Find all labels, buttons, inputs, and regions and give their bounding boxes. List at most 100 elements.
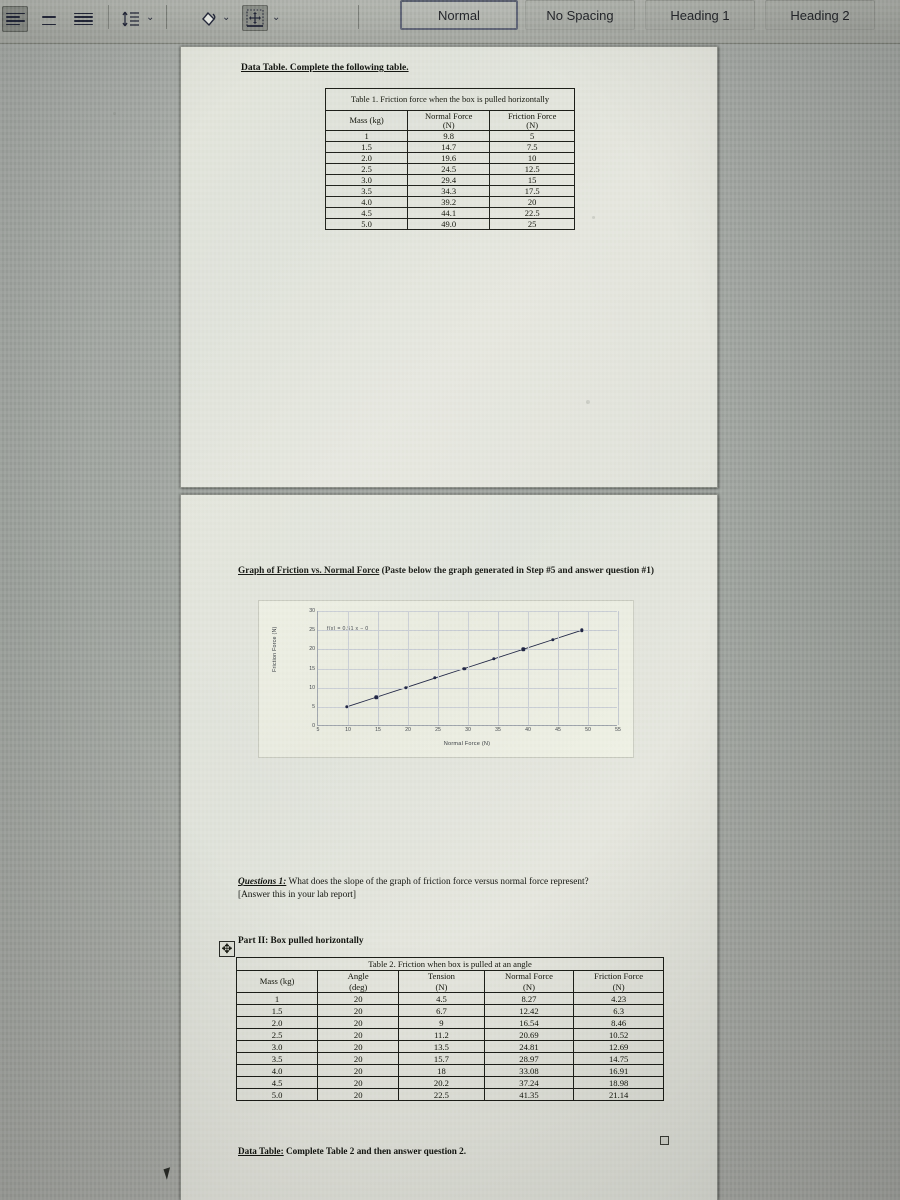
table-2-cell-4: 4.23 bbox=[573, 992, 664, 1006]
table-2-title: Table 2. Friction when box is pulled at … bbox=[236, 957, 664, 971]
style-heading-2-button[interactable]: Heading 2 bbox=[765, 0, 875, 30]
table-row: 4.5 20 20.2 37.24 18.98 bbox=[235, 1076, 664, 1090]
table-2-cell-2: 9 bbox=[398, 1016, 485, 1030]
table-1-cell-0: 1.5 bbox=[324, 141, 409, 153]
table-1-cell-0: 5.0 bbox=[324, 218, 409, 230]
table-1-friction-horizontal: Table 1. Friction force when the box is … bbox=[324, 88, 575, 230]
style-no-spacing-button[interactable]: No Spacing bbox=[525, 0, 635, 30]
table-2-cell-0: 1 bbox=[235, 992, 319, 1006]
chart-y-tick: 15 bbox=[309, 665, 315, 672]
chart-gridline-h bbox=[318, 630, 617, 632]
style-heading-1-label: Heading 1 bbox=[670, 7, 730, 23]
line-spacing-chevron-down-icon[interactable]: ⌄ bbox=[146, 12, 154, 23]
table-1-cell-2: 15 bbox=[489, 174, 575, 186]
move-handle-icon: ✥ bbox=[221, 941, 233, 957]
chart-x-tick: 5 bbox=[316, 727, 320, 733]
chart-x-tick: 10 bbox=[345, 727, 351, 733]
shading-chevron-down-icon[interactable]: ⌄ bbox=[222, 12, 230, 23]
table-row: 4.0 39.2 20 bbox=[324, 196, 575, 208]
table-row-title: Table 2. Friction when box is pulled at … bbox=[236, 957, 664, 971]
style-heading-1-button[interactable]: Heading 1 bbox=[645, 0, 755, 30]
table-1-cell-1: 24.5 bbox=[407, 163, 491, 175]
table-1-cell-0: 4.5 bbox=[324, 207, 409, 219]
borders-button[interactable] bbox=[242, 5, 268, 31]
table-2-cell-3: 24.81 bbox=[483, 1040, 575, 1054]
mouse-cursor-pointer bbox=[163, 1167, 174, 1180]
table-2-cell-0: 1.5 bbox=[235, 1004, 319, 1018]
table-2-cell-1: 20 bbox=[317, 1076, 400, 1090]
table-2-cell-2: 15.7 bbox=[398, 1052, 485, 1066]
table-1-cell-0: 2.0 bbox=[324, 152, 409, 164]
table-move-handle[interactable]: ✥ bbox=[219, 941, 235, 957]
table-2-cell-4: 10.52 bbox=[573, 1028, 664, 1042]
line-spacing-button[interactable] bbox=[118, 6, 144, 32]
chart-y-axis-label: Friction Force (N) bbox=[272, 626, 278, 672]
table-2-cell-4: 8.46 bbox=[573, 1016, 664, 1030]
chart-gridline-h bbox=[318, 687, 617, 689]
align-justify-button[interactable] bbox=[70, 6, 96, 32]
table-2-col-mass: Mass (kg) bbox=[235, 969, 319, 994]
chart-y-tick: 0 bbox=[312, 723, 315, 729]
table-2-col-tension: Tension (N) bbox=[398, 969, 485, 994]
table-row: 3.5 20 15.7 28.97 14.75 bbox=[235, 1052, 664, 1066]
friction-vs-normal-force-chart[interactable]: Friction Force (N) Normal Force (N) f(x)… bbox=[258, 600, 634, 758]
table-row: 3.0 20 13.5 24.81 12.69 bbox=[235, 1040, 664, 1054]
graph-heading-underlined: Graph of Friction vs. Normal Force bbox=[238, 566, 380, 576]
table-row: 1 9.8 5 bbox=[324, 130, 575, 142]
graph-section-heading: Graph of Friction vs. Normal Force (Past… bbox=[238, 565, 663, 578]
align-left-button[interactable] bbox=[2, 6, 28, 32]
line-spacing-glyph bbox=[122, 11, 139, 27]
table-2-cell-3: 12.42 bbox=[483, 1004, 575, 1018]
chart-y-tick: 25 bbox=[309, 627, 315, 634]
table-2-cell-2: 4.5 bbox=[398, 992, 485, 1006]
table-2-cell-4: 18.98 bbox=[573, 1076, 664, 1090]
borders-chevron-down-icon[interactable]: ⌄ bbox=[272, 12, 280, 23]
chart-y-tick: 5 bbox=[312, 703, 315, 710]
table-row: 3.0 29.4 15 bbox=[324, 174, 575, 186]
shading-paint-bucket-icon bbox=[196, 6, 222, 32]
table-2-cell-1: 20 bbox=[317, 1064, 400, 1078]
table-row: 1.5 14.7 7.5 bbox=[324, 141, 575, 153]
table-1-cell-2: 25 bbox=[489, 218, 575, 230]
table-2-cell-0: 2.0 bbox=[235, 1016, 319, 1030]
toolbar-separator-3 bbox=[358, 5, 359, 29]
footer-label: Data Table: bbox=[238, 1146, 284, 1156]
footer-data-table-note: Data Table: Complete Table 2 and then an… bbox=[238, 1146, 466, 1156]
table-2-cell-0: 2.5 bbox=[235, 1028, 319, 1042]
chart-gridline-v bbox=[618, 611, 619, 725]
chart-gridline-h bbox=[318, 668, 617, 670]
chart-x-tick: 40 bbox=[525, 727, 531, 733]
chart-x-tick: 55 bbox=[615, 727, 621, 733]
table-row-title: Table 1. Friction force when the box is … bbox=[325, 88, 575, 111]
toolbar-separator-2 bbox=[166, 5, 167, 29]
table-1-col-normal-force: Normal Force (N) bbox=[407, 110, 491, 131]
chart-gridline-h bbox=[318, 611, 617, 612]
table-row: 3.5 34.3 17.5 bbox=[324, 185, 575, 197]
chart-y-tick: 10 bbox=[309, 684, 315, 691]
style-normal-button[interactable]: Normal bbox=[400, 0, 518, 30]
page-speck-1 bbox=[586, 400, 590, 404]
table-2-friction-angle: Table 2. Friction when box is pulled at … bbox=[235, 957, 664, 1102]
shading-button[interactable] bbox=[196, 6, 222, 32]
table-resize-handle[interactable] bbox=[660, 1136, 669, 1145]
table-2-cell-3: 28.97 bbox=[483, 1052, 575, 1066]
table-1-cell-1: 29.4 bbox=[407, 174, 491, 186]
align-justify-icon bbox=[70, 6, 96, 32]
align-center-button[interactable] bbox=[36, 6, 62, 32]
table-1-cell-2: 22.5 bbox=[489, 207, 575, 219]
question-1-note: [Answer this in your lab report] bbox=[238, 890, 356, 901]
table-2-cell-2: 13.5 bbox=[398, 1040, 485, 1054]
table-2-cell-3: 33.08 bbox=[483, 1064, 575, 1078]
align-center-icon bbox=[36, 6, 62, 32]
table-1-title: Table 1. Friction force when the box is … bbox=[325, 88, 575, 111]
style-heading-2-label: Heading 2 bbox=[790, 7, 850, 23]
table-1-cell-0: 3.0 bbox=[324, 174, 409, 186]
chart-gridline-h bbox=[318, 706, 617, 708]
chart-x-tick: 25 bbox=[435, 727, 441, 733]
table-row: 2.0 20 9 16.54 8.46 bbox=[235, 1016, 664, 1030]
table-2-cell-3: 8.27 bbox=[483, 992, 575, 1006]
align-left-icon bbox=[2, 6, 28, 32]
table-1-cell-2: 17.5 bbox=[489, 185, 575, 197]
table-2-cell-1: 20 bbox=[317, 1052, 400, 1066]
borders-icon bbox=[242, 5, 268, 31]
